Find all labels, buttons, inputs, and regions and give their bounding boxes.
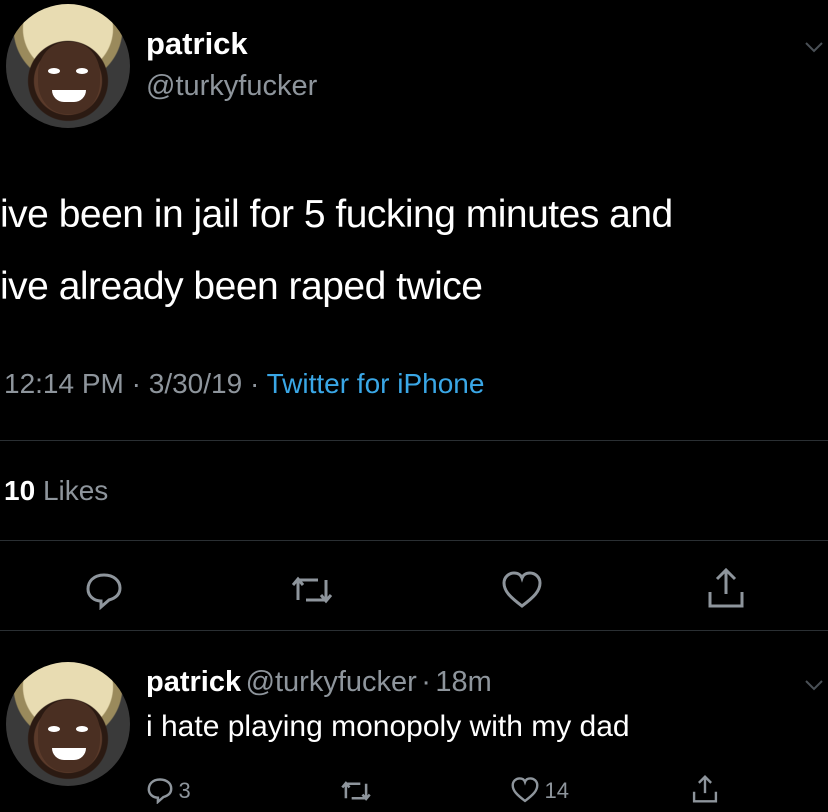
tweet-text-line-2: ive already been raped twice (0, 265, 483, 308)
reply-header: patrick @turkyfucker · 18m (146, 666, 492, 699)
tweet-text-line-1: ive been in jail for 5 fucking minutes a… (0, 193, 673, 236)
avatar-face (38, 700, 100, 772)
like-icon[interactable] (500, 570, 544, 615)
likes-summary[interactable]: 10 Likes (4, 475, 108, 507)
tweet-source-link[interactable]: Twitter for iPhone (267, 368, 485, 399)
reply-retweet-action[interactable] (340, 778, 372, 809)
retweet-icon[interactable] (290, 572, 334, 613)
like-count: 14 (544, 778, 569, 803)
chevron-down-icon[interactable] (804, 34, 824, 60)
avatar-face (38, 42, 100, 114)
reply-icon[interactable] (146, 776, 174, 805)
avatar-eye-left (48, 68, 60, 74)
share-icon[interactable] (690, 774, 720, 804)
like-icon[interactable] (510, 776, 540, 804)
reply-avatar[interactable] (6, 662, 130, 786)
reply-display-name[interactable]: patrick (146, 666, 241, 698)
reply-icon[interactable] (84, 570, 124, 615)
tweet-date: 3/30/19 (148, 368, 243, 399)
reply-reply-action[interactable]: 3 (146, 776, 191, 810)
reply-count: 3 (178, 778, 191, 803)
avatar-eye-right (76, 726, 88, 732)
reply-separator: · (421, 666, 431, 698)
retweet-icon[interactable] (340, 778, 372, 804)
tweet-meta: 12:14 PM · 3/30/19 · Twitter for iPhone (4, 368, 484, 400)
likes-label: Likes (42, 475, 109, 506)
divider (0, 630, 828, 631)
share-icon[interactable] (704, 566, 748, 615)
avatar-eye-left (48, 726, 60, 732)
likes-count: 10 (4, 475, 36, 506)
reply-age: 18m (435, 666, 492, 698)
avatar-smile (52, 90, 86, 102)
avatar-smile (52, 748, 86, 760)
reply-share-action[interactable] (690, 774, 720, 809)
divider (0, 440, 828, 441)
divider (0, 540, 828, 541)
chevron-down-icon[interactable] (804, 672, 824, 698)
reply-text: i hate playing monopoly with my dad (146, 710, 630, 743)
meta-separator: · (131, 368, 141, 399)
avatar[interactable] (6, 4, 130, 128)
meta-separator: · (249, 368, 260, 399)
reply-like-action[interactable]: 14 (510, 776, 569, 810)
reply-handle[interactable]: @turkyfucker (246, 666, 417, 698)
display-name[interactable]: patrick (146, 26, 248, 62)
tweet-time: 12:14 PM (4, 368, 124, 399)
avatar-eye-right (76, 68, 88, 74)
handle[interactable]: @turkyfucker (146, 70, 317, 103)
